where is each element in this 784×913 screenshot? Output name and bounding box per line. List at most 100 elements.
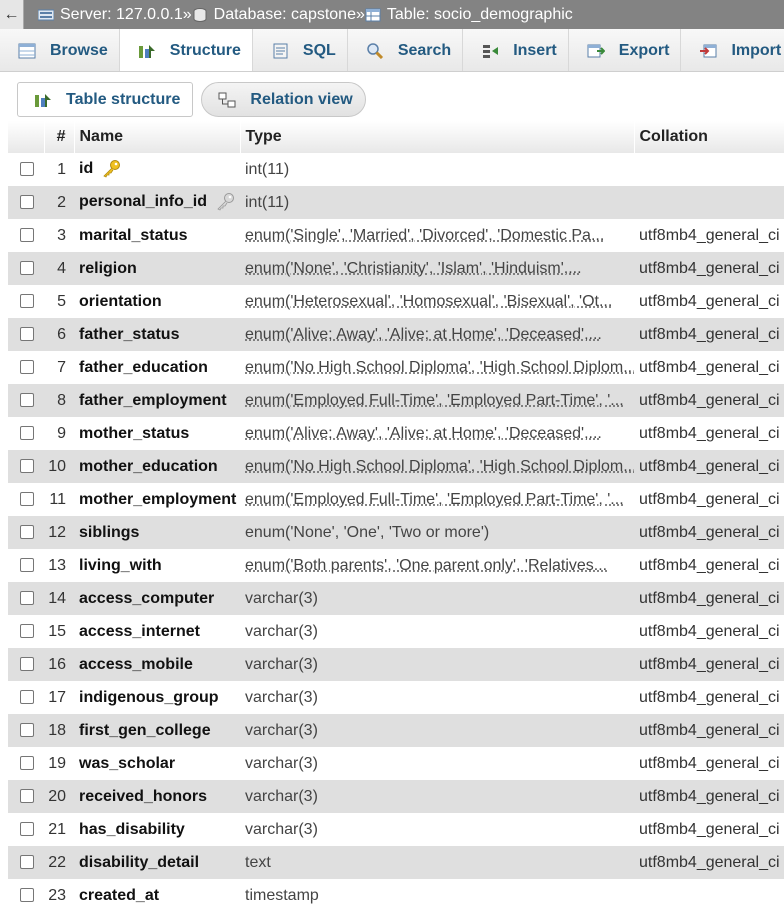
breadcrumb-server-label[interactable]: Server: 127.0.0.1 (60, 6, 183, 24)
row-checkbox[interactable] (20, 459, 34, 473)
row-checkbox[interactable] (20, 327, 34, 341)
column-type-value[interactable]: enum('None', 'Christianity', 'Islam', 'H… (245, 260, 582, 277)
row-checkbox[interactable] (20, 822, 34, 836)
row-select-cell (8, 780, 44, 813)
column-type[interactable]: enum('No High School Diploma', 'High Sch… (240, 450, 634, 483)
row-checkbox[interactable] (20, 162, 34, 176)
breadcrumb-server[interactable]: Server: 127.0.0.1 (38, 6, 183, 24)
row-checkbox[interactable] (20, 624, 34, 638)
column-type-value[interactable]: enum('No High School Diploma', 'High Sch… (245, 359, 634, 376)
back-arrow-button[interactable]: ← (0, 0, 24, 29)
row-checkbox[interactable] (20, 558, 34, 572)
breadcrumb-database-label[interactable]: Database: capstone (214, 6, 356, 24)
structure-subviews: Table structure Relation view (17, 82, 366, 117)
row-number: 6 (44, 318, 74, 351)
header-collation[interactable]: Collation (634, 121, 784, 153)
header-num[interactable]: # (44, 121, 74, 153)
column-type-value[interactable]: enum('No High School Diploma', 'High Sch… (245, 458, 634, 475)
column-type-value: enum('None', 'One', 'Two or more') (245, 524, 489, 541)
column-type-value[interactable]: enum('Heterosexual', 'Homosexual', 'Bise… (245, 293, 612, 310)
column-type[interactable]: enum('Single', 'Married', 'Divorced', 'D… (240, 219, 634, 252)
row-checkbox[interactable] (20, 690, 34, 704)
row-select-cell (8, 681, 44, 714)
row-checkbox[interactable] (20, 228, 34, 242)
row-checkbox[interactable] (20, 657, 34, 671)
header-name[interactable]: Name (74, 121, 240, 153)
row-number: 22 (44, 846, 74, 879)
column-type-value[interactable]: enum('Alive; Away', 'Alive; at Home', 'D… (245, 425, 602, 442)
row-checkbox[interactable] (20, 261, 34, 275)
relation-view-button[interactable]: Relation view (201, 82, 365, 117)
column-name-cell: marital_status (74, 219, 240, 252)
row-select-cell (8, 648, 44, 681)
column-type[interactable]: enum('Heterosexual', 'Homosexual', 'Bise… (240, 285, 634, 318)
tab-insert[interactable]: Insert (463, 29, 569, 72)
row-checkbox[interactable] (20, 195, 34, 209)
row-select-cell (8, 813, 44, 846)
column-type-value[interactable]: enum('Employed Full-Time', 'Employed Par… (245, 491, 624, 508)
row-checkbox[interactable] (20, 294, 34, 308)
column-type: varchar(3) (240, 615, 634, 648)
column-type[interactable]: enum('Alive; Away', 'Alive; at Home', 'D… (240, 318, 634, 351)
column-type-value: int(11) (245, 161, 289, 178)
row-number: 11 (44, 483, 74, 516)
row-select-cell (8, 549, 44, 582)
breadcrumb-database[interactable]: Database: capstone (192, 6, 356, 24)
row-checkbox[interactable] (20, 723, 34, 737)
column-type-value[interactable]: enum('Alive; Away', 'Alive; at Home', 'D… (245, 326, 602, 343)
row-number: 2 (44, 186, 74, 219)
tab-export[interactable]: Export (569, 29, 682, 72)
table-row: 14 access_computer varchar(3) utf8mb4_gener… (8, 582, 784, 615)
column-type[interactable]: enum('Employed Full-Time', 'Employed Par… (240, 483, 634, 516)
table-structure-button[interactable]: Table structure (17, 82, 193, 117)
tab-browse-label[interactable]: Browse (50, 42, 108, 60)
column-collation: utf8mb4_general_ci (634, 582, 784, 615)
column-type: varchar(3) (240, 780, 634, 813)
column-name-cell: id (74, 153, 240, 186)
tab-structure[interactable]: Structure (120, 29, 253, 72)
table-row: 8 father_employment enum('Employed Full-Ti… (8, 384, 784, 417)
header-type[interactable]: Type (240, 121, 634, 153)
row-checkbox[interactable] (20, 789, 34, 803)
row-number: 19 (44, 747, 74, 780)
tab-sql[interactable]: SQL (253, 29, 348, 72)
column-type-value[interactable]: enum('Employed Full-Time', 'Employed Par… (245, 392, 624, 409)
column-name: first_gen_college (79, 722, 211, 739)
row-checkbox[interactable] (20, 756, 34, 770)
column-collation: utf8mb4_general_ci (634, 516, 784, 549)
tab-search-label[interactable]: Search (398, 42, 451, 60)
column-type[interactable]: enum('No High School Diploma', 'High Sch… (240, 351, 634, 384)
column-type-value: varchar(3) (245, 590, 318, 607)
tab-sql-label[interactable]: SQL (303, 42, 336, 60)
column-type-value[interactable]: enum('Both parents', 'One parent only', … (245, 557, 607, 574)
tab-import[interactable]: Import (681, 29, 784, 72)
breadcrumb-table-label[interactable]: Table: socio_demographic (387, 6, 573, 24)
table-structure-label[interactable]: Table structure (66, 91, 180, 109)
row-checkbox[interactable] (20, 525, 34, 539)
tab-search[interactable]: Search (348, 29, 463, 72)
breadcrumb-table[interactable]: Table: socio_demographic (365, 6, 573, 24)
column-type[interactable]: enum('Both parents', 'One parent only', … (240, 549, 634, 582)
row-select-cell (8, 384, 44, 417)
column-type[interactable]: enum('Employed Full-Time', 'Employed Par… (240, 384, 634, 417)
row-checkbox[interactable] (20, 888, 34, 902)
column-name-cell: mother_employment (74, 483, 240, 516)
tab-insert-label[interactable]: Insert (513, 42, 557, 60)
tab-structure-label[interactable]: Structure (170, 42, 241, 60)
tab-export-label[interactable]: Export (619, 42, 670, 60)
column-type[interactable]: enum('Alive; Away', 'Alive; at Home', 'D… (240, 417, 634, 450)
tab-import-label[interactable]: Import (731, 42, 781, 60)
row-checkbox[interactable] (20, 855, 34, 869)
row-checkbox[interactable] (20, 492, 34, 506)
row-checkbox[interactable] (20, 426, 34, 440)
row-checkbox[interactable] (20, 591, 34, 605)
column-type-value[interactable]: enum('Single', 'Married', 'Divorced', 'D… (245, 227, 604, 244)
tab-browse[interactable]: Browse (0, 29, 120, 72)
column-type[interactable]: enum('None', 'Christianity', 'Islam', 'H… (240, 252, 634, 285)
row-checkbox[interactable] (20, 393, 34, 407)
table-row: 12 siblings enum('None', 'One', 'Two or mo… (8, 516, 784, 549)
column-name: living_with (79, 557, 162, 574)
breadcrumb-separator: » (183, 6, 192, 24)
relation-view-label[interactable]: Relation view (250, 91, 352, 109)
row-checkbox[interactable] (20, 360, 34, 374)
